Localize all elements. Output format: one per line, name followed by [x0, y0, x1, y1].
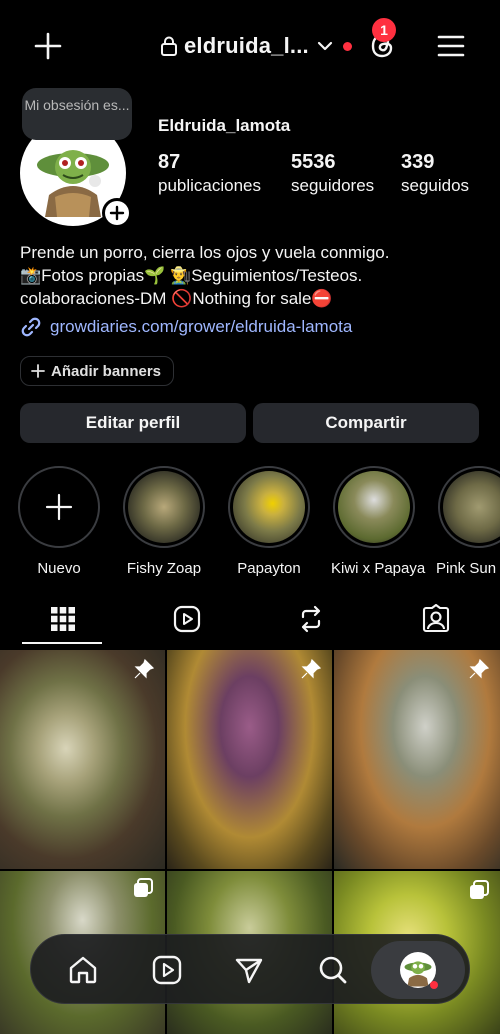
stat-label: seguidores [291, 176, 375, 195]
bio-link-text: growdiaries.com/grower/eldruida-lamota [50, 317, 353, 336]
profile-tab-button[interactable] [371, 941, 465, 999]
create-plus-icon[interactable] [32, 30, 64, 62]
highlight-ring [18, 466, 100, 548]
notification-badge: 1 [372, 18, 396, 42]
highlight-image [338, 471, 410, 543]
highlight-new[interactable]: Nuevo [16, 466, 102, 576]
bio-line: Prende un porro, cierra los ojos y vuela… [20, 243, 390, 262]
plus-icon [109, 205, 125, 221]
stat-value: 5536 [291, 151, 336, 173]
highlight-ring [333, 466, 415, 548]
post-thumbnail[interactable] [167, 650, 332, 869]
stat-label: publicaciones [158, 176, 262, 195]
account-switcher[interactable]: eldruida_l... [160, 30, 352, 62]
reels-icon[interactable] [172, 604, 202, 634]
top-bar: eldruida_l... 1 [0, 0, 500, 92]
highlight-image [128, 471, 200, 543]
pin-icon [134, 658, 155, 679]
carousel-icon [134, 878, 153, 897]
highlight-label: Nuevo [37, 560, 81, 576]
notification-dot [430, 981, 438, 989]
add-banners-label: Añadir banners [51, 362, 162, 380]
home-icon[interactable] [67, 954, 99, 986]
stat-posts[interactable]: 87 publicaciones [158, 151, 261, 196]
pin-icon [301, 658, 322, 679]
username: eldruida_l... [184, 33, 309, 58]
add-story-button[interactable] [102, 198, 132, 228]
tagged-icon[interactable] [421, 604, 451, 634]
profile-display-name: Eldruida_lamota [158, 116, 291, 135]
link-icon [21, 317, 41, 337]
plus-icon [31, 364, 45, 378]
stat-value: 339 [401, 151, 435, 173]
pin-icon [469, 658, 490, 679]
highlight-ring [228, 466, 310, 548]
profile-tabs [0, 598, 500, 648]
stat-value: 87 [158, 151, 181, 173]
direct-messages-icon[interactable] [233, 954, 265, 986]
story-highlights: Nuevo Fishy Zoap Papayton Kiwi x Papaya … [0, 466, 500, 576]
active-tab-indicator [22, 642, 102, 644]
bio-link[interactable]: growdiaries.com/grower/eldruida-lamota [20, 316, 352, 338]
note-bubble[interactable]: Mi obsesión es... [22, 88, 132, 140]
search-icon[interactable] [317, 954, 349, 986]
highlight-image [233, 471, 305, 543]
plus-icon [45, 493, 73, 521]
post-thumbnail[interactable] [334, 650, 500, 869]
highlight-pink-sun[interactable]: Pink Sun [436, 466, 500, 576]
highlight-label: Papayton [237, 560, 301, 576]
add-banners-button[interactable]: Añadir banners [20, 356, 175, 386]
highlight-fishy-zoap[interactable]: Fishy Zoap [121, 466, 207, 576]
unread-dot [342, 41, 352, 51]
post-thumbnail[interactable] [0, 650, 165, 869]
highlight-label: Fishy Zoap [126, 560, 202, 576]
highlight-label: Kiwi x Papaya [331, 560, 426, 576]
highlight-ring [123, 466, 205, 548]
chevron-down-icon [317, 41, 332, 51]
highlight-image [443, 471, 500, 543]
highlight-papayton[interactable]: Papayton [226, 466, 312, 576]
highlight-label: Pink Sun [436, 560, 497, 576]
lock-icon [161, 36, 177, 56]
bottom-navigation [30, 934, 470, 1004]
edit-profile-button[interactable]: Editar perfil [20, 403, 246, 443]
bio: Prende un porro, cierra los ojos y vuela… [20, 241, 490, 310]
highlight-kiwi-x-papaya[interactable]: Kiwi x Papaya [331, 466, 426, 576]
stat-label: seguidos [401, 176, 470, 195]
stat-followers[interactable]: 5536 seguidores [291, 151, 374, 196]
reposts-icon[interactable] [296, 604, 326, 634]
share-profile-button[interactable]: Compartir [253, 403, 479, 443]
highlight-ring [438, 466, 500, 548]
stat-following[interactable]: 339 seguidos [401, 151, 469, 196]
grid-icon[interactable] [48, 604, 78, 634]
bio-line: colaboraciones-DM 🚫Nothing for sale⛔ [20, 289, 333, 308]
carousel-icon [470, 880, 489, 899]
reels-icon[interactable] [151, 954, 183, 986]
bio-line: 📸Fotos propias🌱 👨‍🌾Seguimientos/Testeos. [20, 266, 363, 285]
menu-icon[interactable] [436, 33, 466, 59]
